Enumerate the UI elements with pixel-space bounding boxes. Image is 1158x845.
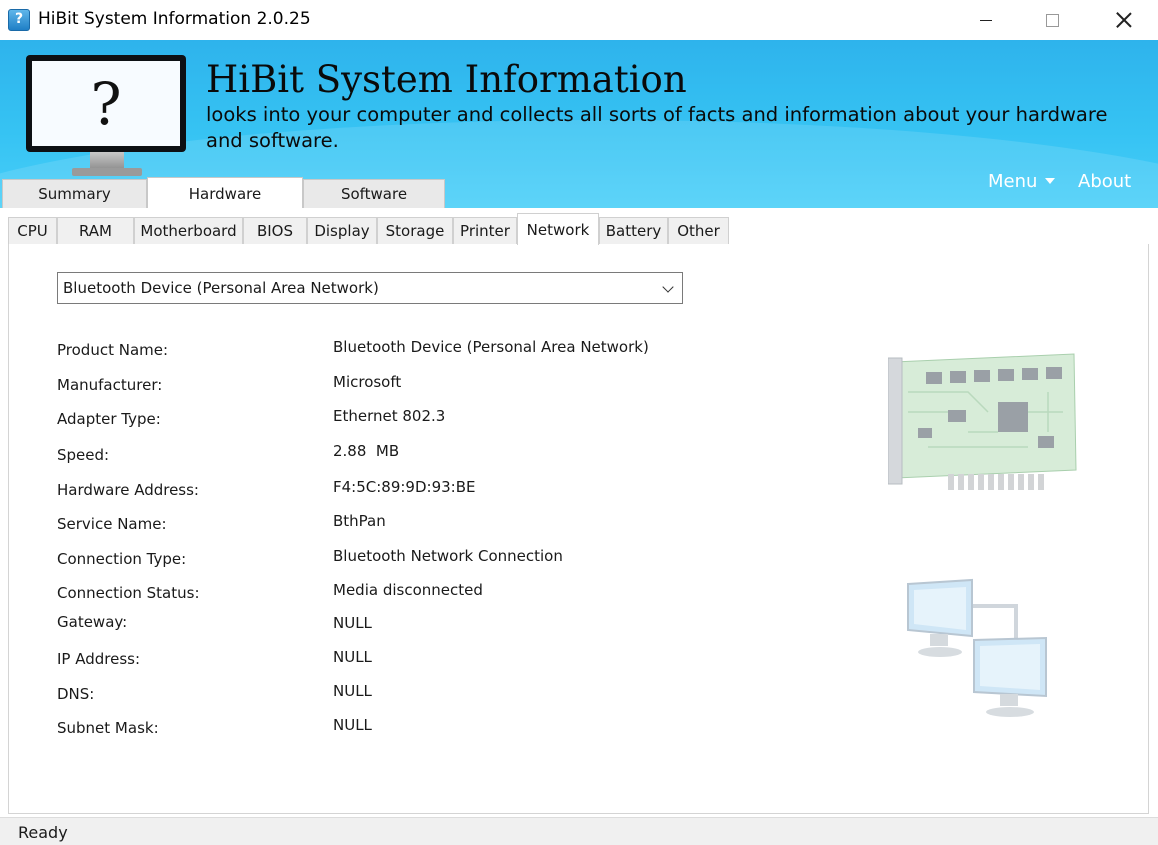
tab-summary[interactable]: Summary: [2, 179, 147, 208]
field-value-adapter-type: Ethernet 802.3: [333, 407, 446, 425]
subtab-battery[interactable]: Battery: [599, 217, 668, 244]
field-label-connection-status: Connection Status:: [57, 584, 200, 602]
app-icon: [8, 9, 30, 31]
maximize-button[interactable]: [1016, 0, 1088, 40]
hardware-subtab-strip: CPU RAM Motherboard BIOS Display Storage…: [0, 208, 1158, 245]
subtab-display[interactable]: Display: [307, 217, 377, 244]
field-label-connection-type: Connection Type:: [57, 550, 187, 568]
subtab-bios[interactable]: BIOS: [243, 217, 307, 244]
field-label-hardware-address: Hardware Address:: [57, 481, 199, 499]
field-label-ip-address: IP Address:: [57, 650, 141, 668]
subtab-network[interactable]: Network: [517, 213, 599, 245]
field-value-hardware-address: F4:5C:89:9D:93:BE: [333, 478, 476, 496]
subtab-storage[interactable]: Storage: [377, 217, 453, 244]
status-bar: Ready: [0, 817, 1158, 845]
banner-title: HiBit System Information: [206, 58, 687, 101]
field-value-connection-type: Bluetooth Network Connection: [333, 547, 563, 565]
field-value-connection-status: Media disconnected: [333, 581, 483, 599]
field-value-ip-address: NULL: [333, 648, 372, 666]
field-value-speed: 2.88 MB: [333, 442, 400, 460]
close-icon: [1116, 12, 1132, 28]
field-label-speed: Speed:: [57, 446, 110, 464]
field-label-gateway: Gateway:: [57, 613, 128, 631]
field-value-product-name: Bluetooth Device (Personal Area Network): [333, 338, 649, 356]
content-panel: [8, 242, 1149, 814]
field-label-service-name: Service Name:: [57, 515, 167, 533]
banner-subtitle-line-1: looks into your computer and collects al…: [206, 103, 1108, 126]
field-value-manufacturer: Microsoft: [333, 373, 402, 391]
status-text: Ready: [18, 823, 68, 842]
monitor-screen: ?: [32, 61, 180, 146]
about-link[interactable]: About: [1078, 171, 1131, 192]
network-device-select[interactable]: Bluetooth Device (Personal Area Network): [57, 272, 683, 304]
menu-dropdown[interactable]: Menu: [988, 171, 1056, 192]
close-button[interactable]: [1088, 0, 1158, 40]
tab-hardware[interactable]: Hardware: [147, 177, 303, 209]
title-bar: HiBit System Information 2.0.25: [0, 0, 1158, 40]
field-label-subnet-mask: Subnet Mask:: [57, 719, 159, 737]
field-label-product-name: Product Name:: [57, 341, 169, 359]
monitor-stand-base: [72, 168, 142, 176]
network-card-icon: [887, 352, 1078, 492]
subtab-printer[interactable]: Printer: [453, 217, 517, 244]
minimize-button[interactable]: [950, 0, 1022, 40]
field-value-gateway: NULL: [333, 614, 372, 632]
monitor-logo-icon: ?: [26, 55, 186, 152]
caret-down-icon: [1045, 178, 1056, 184]
field-value-service-name: BthPan: [333, 512, 386, 530]
networked-computers-icon: [906, 578, 1056, 718]
subtab-ram[interactable]: RAM: [57, 217, 134, 244]
field-value-dns: NULL: [333, 682, 372, 700]
banner-subtitle-line-2: and software.: [206, 129, 339, 152]
maximize-icon: [1045, 13, 1059, 27]
chevron-down-icon: [662, 281, 674, 293]
banner-subtitle: looks into your computer and collects al…: [206, 102, 1126, 154]
tab-software[interactable]: Software: [303, 179, 445, 208]
menu-label: Menu: [988, 171, 1038, 192]
field-label-adapter-type: Adapter Type:: [57, 410, 161, 428]
minimize-icon: [980, 19, 992, 21]
subtab-other[interactable]: Other: [668, 217, 729, 244]
subtab-cpu[interactable]: CPU: [8, 217, 57, 244]
field-label-dns: DNS:: [57, 685, 95, 703]
network-device-select-value: Bluetooth Device (Personal Area Network): [63, 279, 379, 297]
subtab-motherboard[interactable]: Motherboard: [134, 217, 243, 244]
field-value-subnet-mask: NULL: [333, 716, 372, 734]
window-title: HiBit System Information 2.0.25: [38, 9, 311, 29]
field-label-manufacturer: Manufacturer:: [57, 376, 163, 394]
